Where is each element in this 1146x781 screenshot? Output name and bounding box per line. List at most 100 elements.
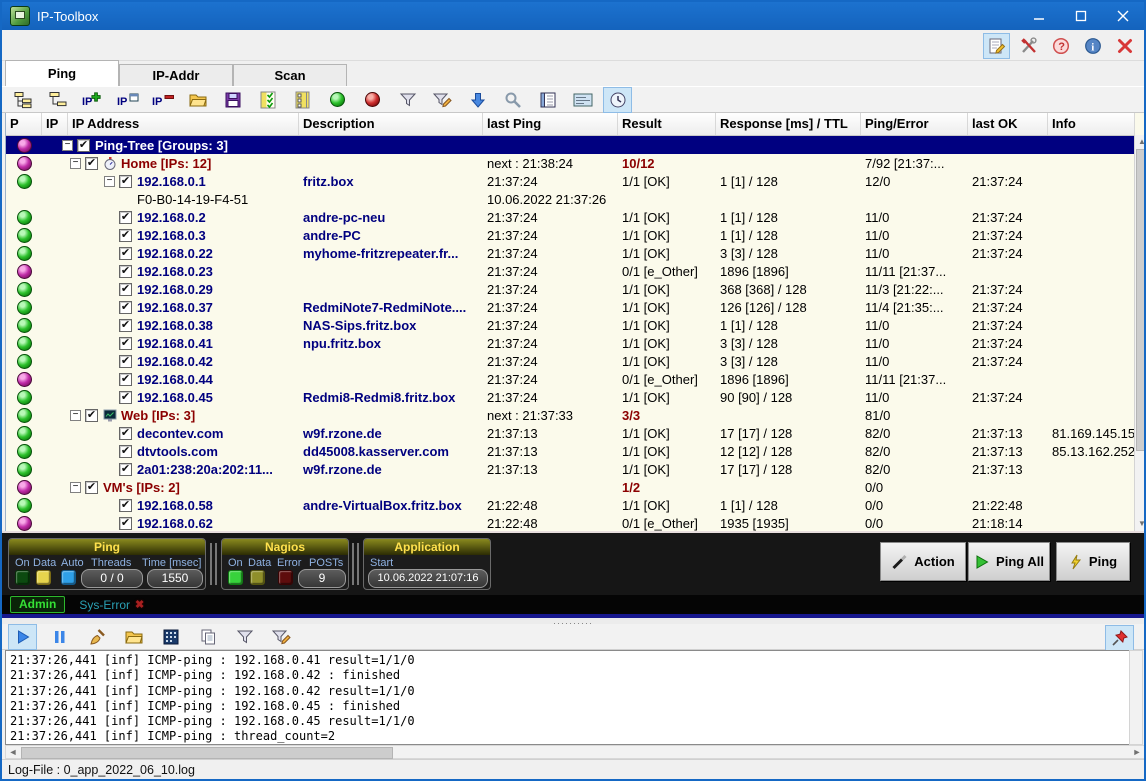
close-button[interactable] xyxy=(1102,2,1144,30)
filter-icon[interactable] xyxy=(230,624,259,650)
row-checkbox[interactable]: ✔ xyxy=(119,265,132,278)
col-ip[interactable]: IP xyxy=(42,113,68,135)
table-row[interactable]: ✔decontev.comw9f.rzone.de21:37:131/1 [OK… xyxy=(6,424,1135,442)
minimize-button[interactable] xyxy=(1018,2,1060,30)
scroll-thumb[interactable] xyxy=(1136,149,1146,451)
scroll-right-arrow[interactable]: ► xyxy=(1130,746,1144,758)
table-row[interactable]: ✔dtvtools.comdd45008.kasserver.com21:37:… xyxy=(6,442,1135,460)
tree-expander[interactable]: − xyxy=(62,140,73,151)
tab-ip-addr[interactable]: IP-Addr xyxy=(119,64,233,86)
table-row[interactable]: ✔192.168.0.3andre-PC21:37:241/1 [OK]1 [1… xyxy=(6,226,1135,244)
table-row[interactable]: ✔192.168.0.6221:22:480/1 [e_Other]1935 [… xyxy=(6,514,1135,532)
collapse-tree-icon[interactable] xyxy=(43,87,72,113)
log-horizontal-scrollbar[interactable]: ◄ ► xyxy=(5,745,1145,759)
ping-all-button[interactable]: Ping All xyxy=(968,542,1050,581)
row-checkbox[interactable]: ✔ xyxy=(119,229,132,242)
filter-edit-icon[interactable] xyxy=(267,624,296,650)
table-row[interactable]: −✔Web [IPs: 3]next : 21:37:333/381/0 xyxy=(6,406,1135,424)
table-row[interactable]: ✔192.168.0.41npu.fritz.box21:37:241/1 [O… xyxy=(6,334,1135,352)
table-row[interactable]: ✔192.168.0.45Redmi8-Redmi8.fritz.box21:3… xyxy=(6,388,1135,406)
row-checkbox[interactable]: ✔ xyxy=(85,409,98,422)
open-folder-icon[interactable] xyxy=(119,624,148,650)
tools-icon[interactable] xyxy=(1015,33,1042,59)
open-folder-icon[interactable] xyxy=(183,87,212,113)
log-book-icon[interactable] xyxy=(533,87,562,113)
add-ip-icon[interactable]: IP xyxy=(78,87,107,113)
stop-icon[interactable] xyxy=(358,87,387,113)
log-output[interactable]: 21:37:26,441 [inf] ICMP-ping : 192.168.0… xyxy=(5,650,1132,745)
col-result[interactable]: Result xyxy=(618,113,716,135)
table-row[interactable]: ✔192.168.0.22myhome-fritzrepeater.fr...2… xyxy=(6,244,1135,262)
expand-tree-icon[interactable] xyxy=(8,87,37,113)
checklist-icon[interactable] xyxy=(253,87,282,113)
tab-sys-error[interactable]: Sys-Error ✖ xyxy=(79,598,144,612)
clear-broom-icon[interactable] xyxy=(82,624,111,650)
row-checkbox[interactable]: ✔ xyxy=(119,175,132,188)
table-row[interactable]: ✔192.168.0.58andre-VirtualBox.fritz.box2… xyxy=(6,496,1135,514)
row-checkbox[interactable]: ✔ xyxy=(119,211,132,224)
scroll-up-arrow[interactable]: ▲ xyxy=(1135,135,1146,149)
table-row[interactable]: ✔2a01:238:20a:202:11...w9f.rzone.de21:37… xyxy=(6,460,1135,478)
move-down-icon[interactable] xyxy=(463,87,492,113)
schedule-clock-icon[interactable] xyxy=(603,87,632,113)
table-row[interactable]: ✔192.168.0.38NAS-Sips.fritz.box21:37:241… xyxy=(6,316,1135,334)
start-icon[interactable] xyxy=(323,87,352,113)
row-checkbox[interactable]: ✔ xyxy=(119,499,132,512)
copy-icon[interactable] xyxy=(193,624,222,650)
row-checkbox[interactable]: ✔ xyxy=(77,139,90,152)
row-checkbox[interactable]: ✔ xyxy=(85,481,98,494)
row-checkbox[interactable]: ✔ xyxy=(119,463,132,476)
table-vertical-scrollbar[interactable]: ▲ ▼ xyxy=(1134,135,1146,531)
row-checkbox[interactable]: ✔ xyxy=(119,283,132,296)
edit-note-icon[interactable] xyxy=(983,33,1010,59)
col-response[interactable]: Response [ms] / TTL xyxy=(716,113,861,135)
search-icon[interactable] xyxy=(498,87,527,113)
row-checkbox[interactable]: ✔ xyxy=(119,373,132,386)
tree-expander[interactable]: − xyxy=(70,158,81,169)
row-checkbox[interactable]: ✔ xyxy=(119,445,132,458)
table-row[interactable]: −✔Home [IPs: 12]next : 21:38:2410/127/92… xyxy=(6,154,1135,172)
row-checkbox[interactable]: ✔ xyxy=(119,337,132,350)
tree-expander[interactable]: − xyxy=(104,176,115,187)
table-row[interactable]: ✔192.168.0.2andre-pc-neu21:37:241/1 [OK]… xyxy=(6,208,1135,226)
hscroll-thumb[interactable] xyxy=(21,747,393,759)
sys-error-close-icon[interactable]: ✖ xyxy=(135,598,144,611)
row-checkbox[interactable]: ✔ xyxy=(119,355,132,368)
row-checkbox[interactable]: ✔ xyxy=(119,427,132,440)
grid-icon[interactable] xyxy=(156,624,185,650)
table-row[interactable]: ✔192.168.0.4221:37:241/1 [OK]3 [3] / 128… xyxy=(6,352,1135,370)
filter-icon[interactable] xyxy=(393,87,422,113)
table-row[interactable]: ✔192.168.0.2921:37:241/1 [OK]368 [368] /… xyxy=(6,280,1135,298)
action-button[interactable]: Action xyxy=(880,542,966,581)
pin-icon[interactable] xyxy=(1105,625,1134,651)
row-checkbox[interactable]: ✔ xyxy=(119,247,132,260)
table-row[interactable]: ✔192.168.0.2321:37:240/1 [e_Other]1896 [… xyxy=(6,262,1135,280)
info-icon[interactable]: i xyxy=(1079,33,1106,59)
maximize-button[interactable] xyxy=(1060,2,1102,30)
note-icon[interactable] xyxy=(568,87,597,113)
table-row[interactable]: F0-B0-14-19-F4-5110.06.2022 21:37:26 xyxy=(6,190,1135,208)
tab-admin[interactable]: Admin xyxy=(10,596,65,613)
table-row[interactable]: −✔192.168.0.1fritz.box21:37:241/1 [OK]1 … xyxy=(6,172,1135,190)
scroll-down-arrow[interactable]: ▼ xyxy=(1135,517,1146,531)
table-row[interactable]: −✔VM's [IPs: 2]1/20/0 xyxy=(6,478,1135,496)
row-checkbox[interactable]: ✔ xyxy=(119,391,132,404)
row-checkbox[interactable]: ✔ xyxy=(119,301,132,314)
col-info[interactable]: Info xyxy=(1048,113,1135,135)
row-checkbox[interactable]: ✔ xyxy=(119,319,132,332)
tree-expander[interactable]: − xyxy=(70,410,81,421)
save-icon[interactable] xyxy=(218,87,247,113)
help-icon[interactable]: ? xyxy=(1047,33,1074,59)
row-checkbox[interactable]: ✔ xyxy=(119,517,132,530)
table-row[interactable]: −✔Ping-Tree [Groups: 3] xyxy=(6,136,1135,154)
pause-icon[interactable] xyxy=(45,624,74,650)
table-row[interactable]: ✔192.168.0.37RedmiNote7-RedmiNote....21:… xyxy=(6,298,1135,316)
list-icon[interactable] xyxy=(288,87,317,113)
ping-button[interactable]: Ping xyxy=(1056,542,1130,581)
play-icon[interactable] xyxy=(8,624,37,650)
log-vertical-scrollbar[interactable] xyxy=(1129,650,1143,745)
edit-ip-icon[interactable]: IP xyxy=(113,87,142,113)
col-ping-error[interactable]: Ping/Error xyxy=(861,113,968,135)
exit-icon[interactable] xyxy=(1111,33,1138,59)
col-last-ok[interactable]: last OK xyxy=(968,113,1048,135)
